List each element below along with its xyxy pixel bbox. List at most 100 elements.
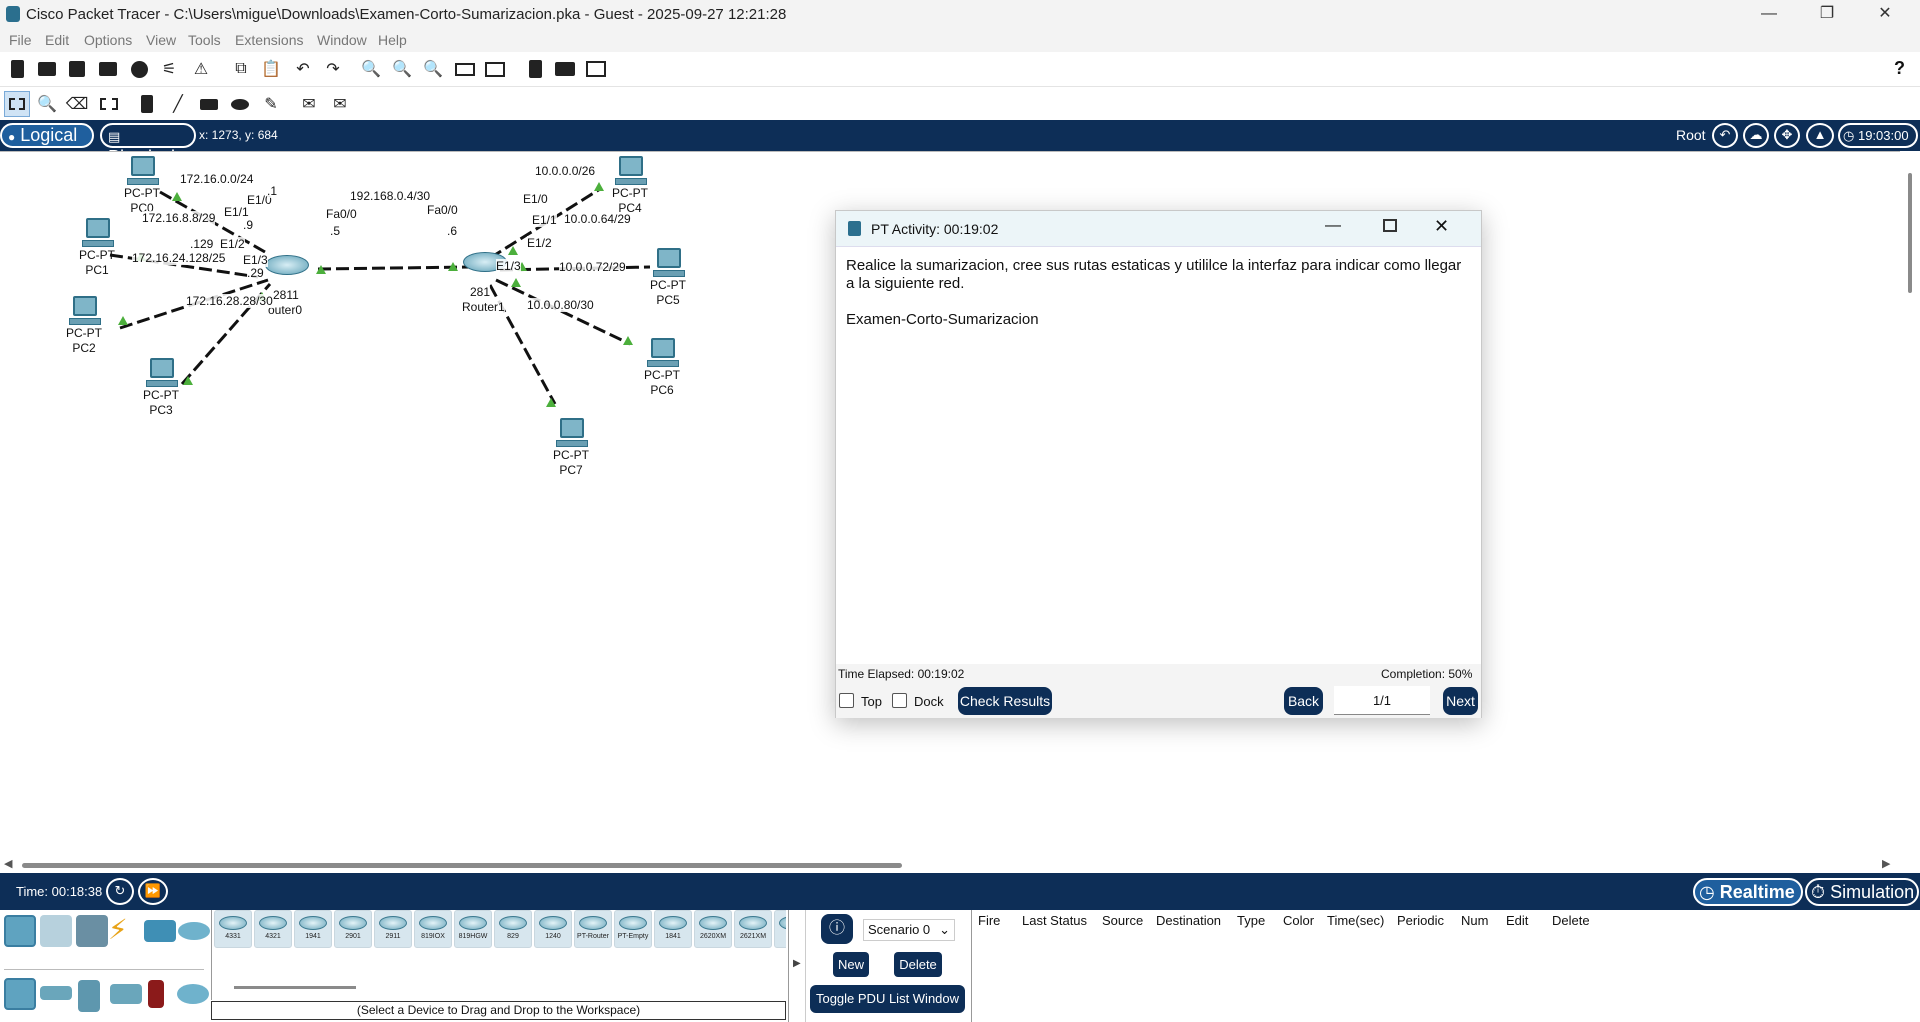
device-list-icon[interactable] — [522, 56, 548, 82]
model-829[interactable]: 829 — [494, 910, 532, 948]
drawing-palette-icon[interactable] — [452, 56, 478, 82]
router0[interactable] — [265, 255, 309, 285]
pc3[interactable]: PC-PT PC3 — [131, 358, 191, 418]
connections-icon[interactable]: ⚡ — [108, 913, 128, 946]
menu-options[interactable]: Options — [84, 32, 132, 48]
dialog-minimize-button[interactable]: — — [1325, 217, 1341, 235]
wireless-category-icon[interactable] — [110, 984, 142, 1004]
model-2620xm[interactable]: 2620XM — [694, 910, 732, 948]
model-2911[interactable]: 2911 — [374, 910, 412, 948]
check-results-button[interactable]: Check Results — [958, 687, 1052, 715]
hubs-category-icon[interactable] — [78, 980, 100, 1012]
menu-help[interactable]: Help — [378, 32, 407, 48]
power-cycle-icon[interactable]: ↻ — [106, 878, 134, 905]
router-config-icon[interactable] — [552, 56, 578, 82]
model-pt-router[interactable]: PT-Router — [574, 910, 612, 948]
vertical-scroll-thumb[interactable] — [1908, 173, 1912, 293]
model-2621xm[interactable]: 2621XM — [734, 910, 772, 948]
menu-edit[interactable]: Edit — [45, 32, 69, 48]
menu-view[interactable]: View — [146, 32, 176, 48]
toggle-pdu-list-button[interactable]: Toggle PDU List Window — [810, 985, 965, 1013]
multiuser-icon[interactable] — [178, 922, 210, 940]
wan-emulation-category-icon[interactable] — [177, 984, 209, 1004]
move-icon[interactable]: ✥ — [1774, 123, 1800, 148]
back-icon[interactable]: ↶ — [1712, 123, 1738, 148]
inspect-icon[interactable]: 🔍 — [34, 91, 60, 117]
next-button[interactable]: Next — [1443, 687, 1478, 715]
root-label[interactable]: Root — [1676, 127, 1706, 143]
redo-icon[interactable]: ↷ — [320, 56, 346, 82]
realtime-mode[interactable]: ◷ Realtime — [1693, 878, 1803, 906]
network-info-icon[interactable]: ⚠ — [188, 56, 214, 82]
menu-extensions[interactable]: Extensions — [235, 32, 303, 48]
model-819iox[interactable]: 819IOX — [414, 910, 452, 948]
select-icon[interactable] — [4, 91, 30, 117]
fast-forward-icon[interactable]: ⏩ — [138, 878, 168, 905]
zoom-out-icon[interactable]: 🔍 — [420, 56, 446, 82]
end-devices-icon[interactable] — [40, 915, 72, 947]
open-folder-icon[interactable] — [34, 56, 60, 82]
model-2901[interactable]: 2901 — [334, 910, 372, 948]
wizard-icon[interactable]: ⚟ — [156, 56, 182, 82]
print-icon[interactable] — [95, 56, 121, 82]
switches-category-icon[interactable] — [40, 986, 72, 1000]
model-819hgw[interactable]: 819HGW — [454, 910, 492, 948]
model-4331[interactable]: 4331 — [214, 910, 252, 948]
back-button[interactable]: Back — [1284, 687, 1323, 715]
scroll-right-arrow[interactable]: ▶ — [1882, 857, 1890, 870]
model-list-scroll-thumb[interactable] — [234, 986, 356, 989]
clock-pill[interactable]: ◷ 19:03:00 — [1838, 123, 1918, 148]
pc0[interactable]: PC-PT PC0 — [112, 156, 172, 216]
new-file-icon[interactable] — [4, 56, 30, 82]
paste-icon[interactable]: 📋 — [258, 56, 284, 82]
copy-icon[interactable]: ⧉ — [228, 56, 254, 82]
model-1941[interactable]: 1941 — [294, 910, 332, 948]
miscellaneous-icon[interactable] — [144, 920, 176, 942]
pc1[interactable]: PC-PT PC1 — [67, 218, 127, 278]
info-icon[interactable] — [126, 56, 152, 82]
network-devices-icon[interactable] — [4, 915, 36, 947]
pc4[interactable]: PC-PT PC4 — [600, 156, 660, 216]
physical-tab[interactable]: ▤ Physical — [100, 123, 196, 167]
freeform-icon[interactable]: ✎ — [258, 91, 284, 117]
pdu-info-button[interactable]: ⓘ — [821, 914, 853, 944]
minimize-button[interactable]: — — [1740, 0, 1798, 30]
dialog-maximize-button[interactable] — [1383, 219, 1397, 232]
model-partial[interactable]: 2 — [774, 910, 786, 948]
delete-icon[interactable]: ⌫ — [64, 91, 90, 117]
web-browser-icon[interactable] — [583, 56, 609, 82]
scenario-select[interactable]: Scenario 0 ⌄ — [863, 919, 955, 941]
pc7[interactable]: PC-PT PC7 — [541, 418, 601, 478]
undo-icon[interactable]: ↶ — [290, 56, 316, 82]
pc6[interactable]: PC-PT PC6 — [632, 338, 692, 398]
dock-checkbox[interactable] — [892, 693, 907, 708]
simulation-mode[interactable]: ⏱ Simulation — [1805, 878, 1919, 906]
close-button[interactable]: ✕ — [1856, 0, 1914, 30]
menu-file[interactable]: File — [9, 32, 32, 48]
dialog-titlebar[interactable]: PT Activity: 00:19:02 — ✕ — [836, 211, 1481, 247]
background-image-icon[interactable]: ▲ — [1806, 123, 1834, 148]
zoom-in-icon[interactable]: 🔍 — [358, 56, 384, 82]
place-note-icon[interactable] — [134, 91, 160, 117]
dialog-close-button[interactable]: ✕ — [1434, 216, 1449, 237]
horizontal-scrollbar[interactable]: ◀ ▶ — [0, 856, 1920, 873]
help-icon[interactable]: ? — [1894, 58, 1905, 79]
save-icon[interactable] — [64, 56, 90, 82]
custom-device-icon[interactable] — [482, 56, 508, 82]
zoom-reset-icon[interactable]: 🔍 — [389, 56, 415, 82]
draw-line-icon[interactable]: ╱ — [165, 91, 191, 117]
model-1240[interactable]: 1240 — [534, 910, 572, 948]
components-icon[interactable] — [76, 915, 108, 947]
horizontal-scroll-thumb[interactable] — [22, 863, 902, 868]
add-complex-pdu-icon[interactable]: ✉ — [327, 91, 353, 117]
model-pt-empty[interactable]: PT-Empty — [614, 910, 652, 948]
routers-category-icon[interactable] — [4, 978, 36, 1010]
resize-shape-icon[interactable] — [96, 91, 122, 117]
expand-arrow-icon[interactable]: ▶ — [793, 958, 801, 969]
menu-window[interactable]: Window — [317, 32, 367, 48]
page-indicator[interactable]: 1/1 — [1334, 686, 1430, 715]
cloud-icon[interactable]: ☁ — [1743, 123, 1769, 148]
new-scenario-button[interactable]: New — [833, 952, 869, 977]
model-4321[interactable]: 4321 — [254, 910, 292, 948]
menu-tools[interactable]: Tools — [188, 32, 221, 48]
